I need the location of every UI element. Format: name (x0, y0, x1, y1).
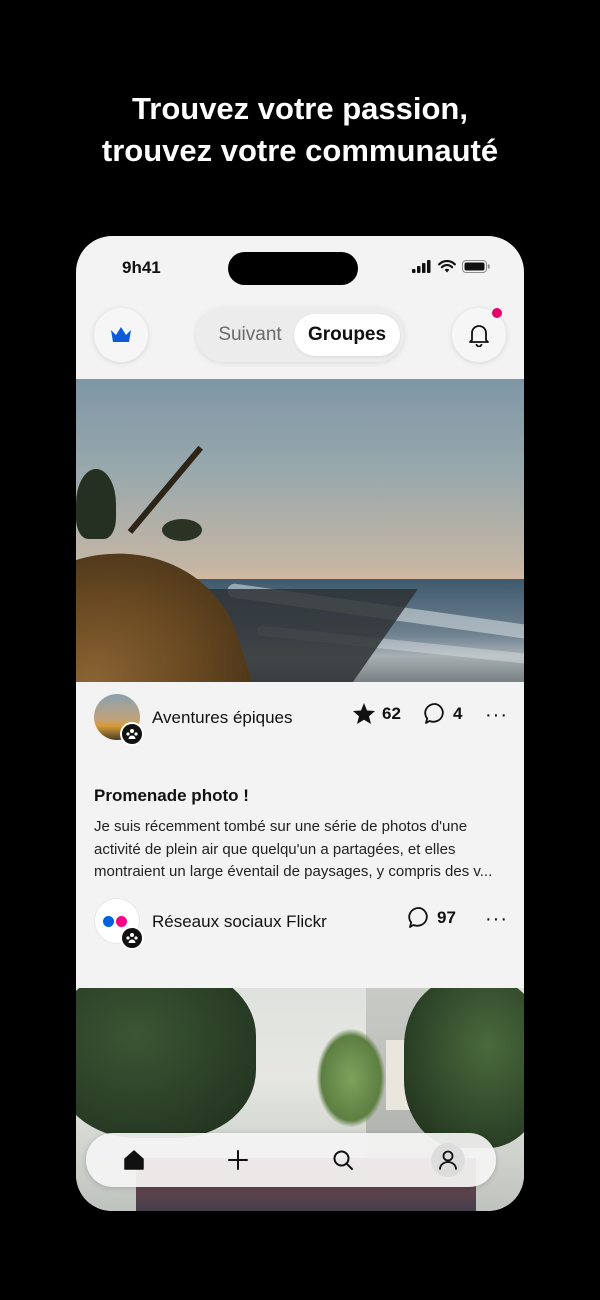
status-icons (412, 260, 490, 273)
phone-screen: 9h41 Suivant Groupes Aventures épiques 6… (76, 236, 524, 1211)
signal-icon (412, 260, 431, 273)
notification-dot (492, 308, 502, 318)
promo-headline: Trouvez votre passion, trouvez votre com… (0, 88, 600, 172)
star-icon (353, 703, 375, 724)
nav-home[interactable] (117, 1143, 151, 1177)
tab-suivant[interactable]: Suivant (210, 314, 290, 356)
group-badge (120, 722, 144, 746)
search-icon (333, 1150, 353, 1170)
post-meta-row-2: Réseaux sociaux Flickr 97 ··· (76, 892, 524, 952)
group-name[interactable]: Aventures épiques (152, 708, 293, 728)
favorites-count: 62 (382, 703, 401, 723)
favorites-button[interactable]: 62 (352, 702, 401, 725)
comments-button-2[interactable]: 97 (408, 906, 456, 929)
post-title[interactable]: Promenade photo ! (94, 786, 249, 806)
home-icon (124, 1150, 144, 1170)
group-icon (126, 933, 138, 943)
comment-icon (408, 907, 428, 928)
crown-icon (111, 327, 131, 342)
status-bar: 9h41 (76, 236, 524, 300)
more-options-button-2[interactable]: ··· (485, 908, 508, 931)
premium-button[interactable] (94, 308, 148, 362)
nav-search[interactable] (326, 1143, 360, 1177)
group-name-2[interactable]: Réseaux sociaux Flickr (152, 912, 327, 932)
status-time: 9h41 (122, 258, 161, 277)
headline-line-1: Trouvez votre passion, (132, 91, 468, 126)
more-options-button[interactable]: ··· (485, 704, 508, 727)
post-meta-row: Aventures épiques 62 4 ··· (76, 688, 524, 748)
group-icon (126, 729, 138, 739)
headline-line-2: trouvez votre communauté (101, 133, 499, 168)
nav-add[interactable] (221, 1143, 255, 1177)
group-badge (120, 926, 144, 950)
top-bar: Suivant Groupes (76, 306, 524, 366)
bottom-nav (86, 1133, 496, 1187)
comments-count-2: 97 (437, 907, 456, 927)
nav-profile[interactable] (431, 1143, 465, 1177)
post-photo-beach[interactable] (76, 379, 524, 682)
tab-groupes[interactable]: Groupes (294, 314, 400, 356)
comments-count: 4 (453, 703, 463, 723)
bell-icon (469, 325, 489, 347)
post-body[interactable]: Je suis récemment tombé sur une série de… (94, 816, 508, 884)
battery-icon (462, 260, 490, 273)
add-icon (228, 1150, 248, 1170)
feed-toggle: Suivant Groupes (196, 308, 404, 362)
wifi-icon (438, 260, 456, 273)
profile-icon (439, 1150, 457, 1170)
dynamic-island (228, 252, 358, 285)
comment-icon (424, 703, 444, 724)
comments-button[interactable]: 4 (424, 702, 462, 725)
